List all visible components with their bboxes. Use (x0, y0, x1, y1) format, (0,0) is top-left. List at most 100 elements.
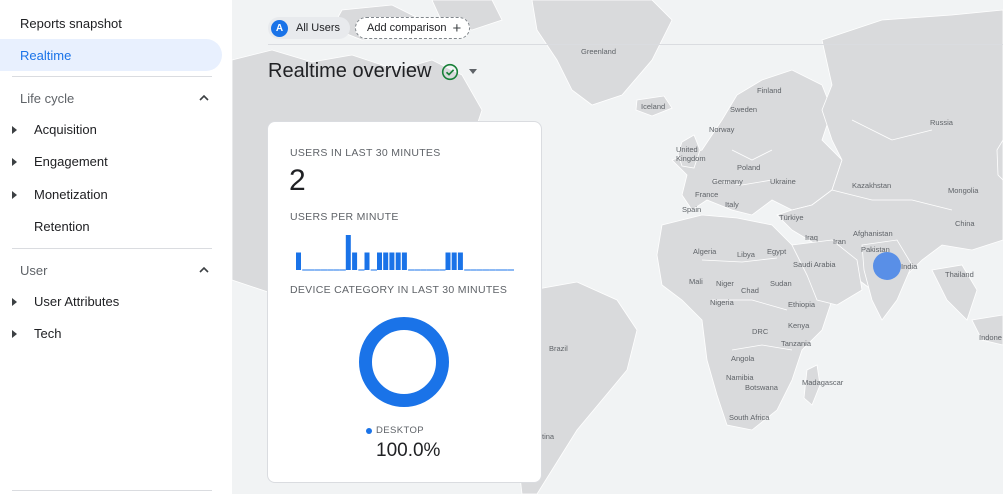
users-count: 2 (289, 164, 306, 197)
realtime-summary-card: USERS IN LAST 30 MINUTES 2 USERS PER MIN… (267, 121, 542, 483)
add-comparison-button[interactable]: Add comparison + (355, 17, 471, 39)
nav-label: Engagement (34, 154, 108, 169)
nav-retention[interactable]: Retention (0, 211, 222, 243)
caret-down-icon[interactable] (469, 69, 478, 74)
per-minute-label: USERS PER MINUTE (290, 211, 399, 223)
map-label: Ethiopia (788, 300, 816, 309)
expand-arrow-icon (12, 298, 17, 306)
plus-icon: + (452, 19, 462, 37)
chevron-up-icon (199, 94, 209, 101)
map-label: France (695, 190, 719, 199)
check-circle-icon[interactable] (441, 63, 459, 81)
all-users-chip[interactable]: A All Users (268, 17, 351, 39)
users-per-minute-chart[interactable] (296, 232, 514, 272)
nav-label: Reports snapshot (20, 15, 122, 31)
map-label: Botswana (745, 383, 778, 392)
expand-arrow-icon (12, 126, 17, 134)
map-label: Egypt (767, 247, 787, 256)
map-label: Brazil (549, 344, 568, 353)
expand-arrow-icon (12, 330, 17, 338)
map-label: Iceland (641, 102, 666, 111)
donut-slice-desktop (359, 317, 449, 407)
page-title: Realtime overview (268, 60, 432, 82)
map-label: DRC (752, 327, 769, 336)
map-label: Algeria (693, 247, 717, 256)
minute-bar[interactable] (451, 252, 457, 271)
minute-bar[interactable] (401, 252, 407, 271)
divider (12, 76, 212, 77)
device-legend: DESKTOP (366, 425, 424, 436)
map-label: Iraq (805, 233, 818, 242)
map-label: Libya (737, 250, 755, 259)
map-label: South Africa (729, 413, 770, 422)
minute-bar[interactable] (445, 252, 451, 271)
legend-dot (366, 427, 372, 434)
map-label: Thailand (945, 270, 974, 279)
minute-bar[interactable] (395, 252, 401, 271)
map-label: Greenland (581, 47, 617, 56)
map-label: Pakistan (861, 245, 890, 254)
map-label: Germany (712, 177, 743, 186)
section-user[interactable]: User (0, 254, 222, 286)
nav-tech[interactable]: Tech (0, 318, 222, 350)
minute-bar[interactable] (296, 252, 301, 271)
map-label: Spain (682, 205, 702, 214)
nav-engagement[interactable]: Engagement (0, 146, 222, 178)
users-label: USERS IN LAST 30 MINUTES (290, 147, 441, 159)
map-label: Chad (741, 286, 759, 295)
map-label: Poland (737, 163, 761, 172)
legend-label: DESKTOP (376, 425, 425, 436)
divider (12, 248, 212, 249)
nav-label: Tech (34, 326, 62, 341)
map-label: Norway (709, 125, 735, 134)
minute-bar[interactable] (389, 252, 395, 271)
minute-bar[interactable] (383, 252, 389, 271)
minute-bar[interactable] (345, 235, 351, 270)
nav-monetization[interactable]: Monetization (0, 179, 222, 211)
map-label: Ukraine (770, 177, 796, 186)
map-label: Iran (833, 237, 846, 246)
nav-realtime[interactable]: Realtime (0, 39, 222, 71)
map-label: India (901, 262, 918, 271)
minute-bar[interactable] (352, 252, 358, 271)
nav-label: Acquisition (34, 122, 97, 137)
sidebar-nav: Reports snapshot Realtime Life cycle Acq… (0, 0, 232, 494)
map-label: Türkiye (779, 213, 804, 222)
map-label: Sudan (770, 279, 792, 288)
map-label: Angola (731, 354, 755, 363)
nav-acquisition[interactable]: Acquisition (0, 114, 222, 146)
segment-badge: A (271, 19, 288, 37)
map-label: Finland (757, 86, 782, 95)
expand-arrow-icon (12, 191, 17, 199)
map-label: Italy (725, 200, 739, 209)
title-row: Realtime overview (268, 60, 478, 83)
map-label: Tanzania (781, 339, 812, 348)
minute-bar[interactable] (364, 252, 370, 271)
device-percent: 100.0% (376, 440, 441, 461)
section-lifecycle[interactable]: Life cycle (0, 82, 222, 114)
add-comparison-label: Add comparison (367, 22, 447, 34)
header-divider (268, 44, 1003, 45)
device-category-label: DEVICE CATEGORY IN LAST 30 MINUTES (290, 284, 508, 296)
all-users-label: All Users (296, 22, 341, 34)
map-label: Nigeria (710, 298, 734, 307)
divider (12, 490, 212, 491)
nav-label: Monetization (34, 187, 108, 202)
map-label: Russia (930, 118, 953, 127)
device-donut-chart[interactable] (358, 316, 450, 408)
nav-label: User Attributes (34, 294, 120, 309)
map-label: tina (542, 432, 555, 441)
chevron-up-icon (199, 266, 209, 273)
nav-user-attributes[interactable]: User Attributes (0, 286, 222, 318)
map-label: Afghanistan (853, 229, 893, 238)
nav-reports-snapshot[interactable]: Reports snapshot (0, 7, 222, 39)
user-location-marker (873, 252, 901, 280)
map-label: United Kingdom (676, 145, 706, 163)
map-label: Kenya (788, 321, 810, 330)
map-label: Sweden (730, 105, 758, 114)
map-label: Mongolia (948, 186, 979, 195)
map-label: China (955, 219, 975, 228)
map-label: Kazakhstan (852, 181, 892, 190)
minute-bar[interactable] (377, 252, 382, 271)
minute-bar[interactable] (457, 252, 463, 271)
